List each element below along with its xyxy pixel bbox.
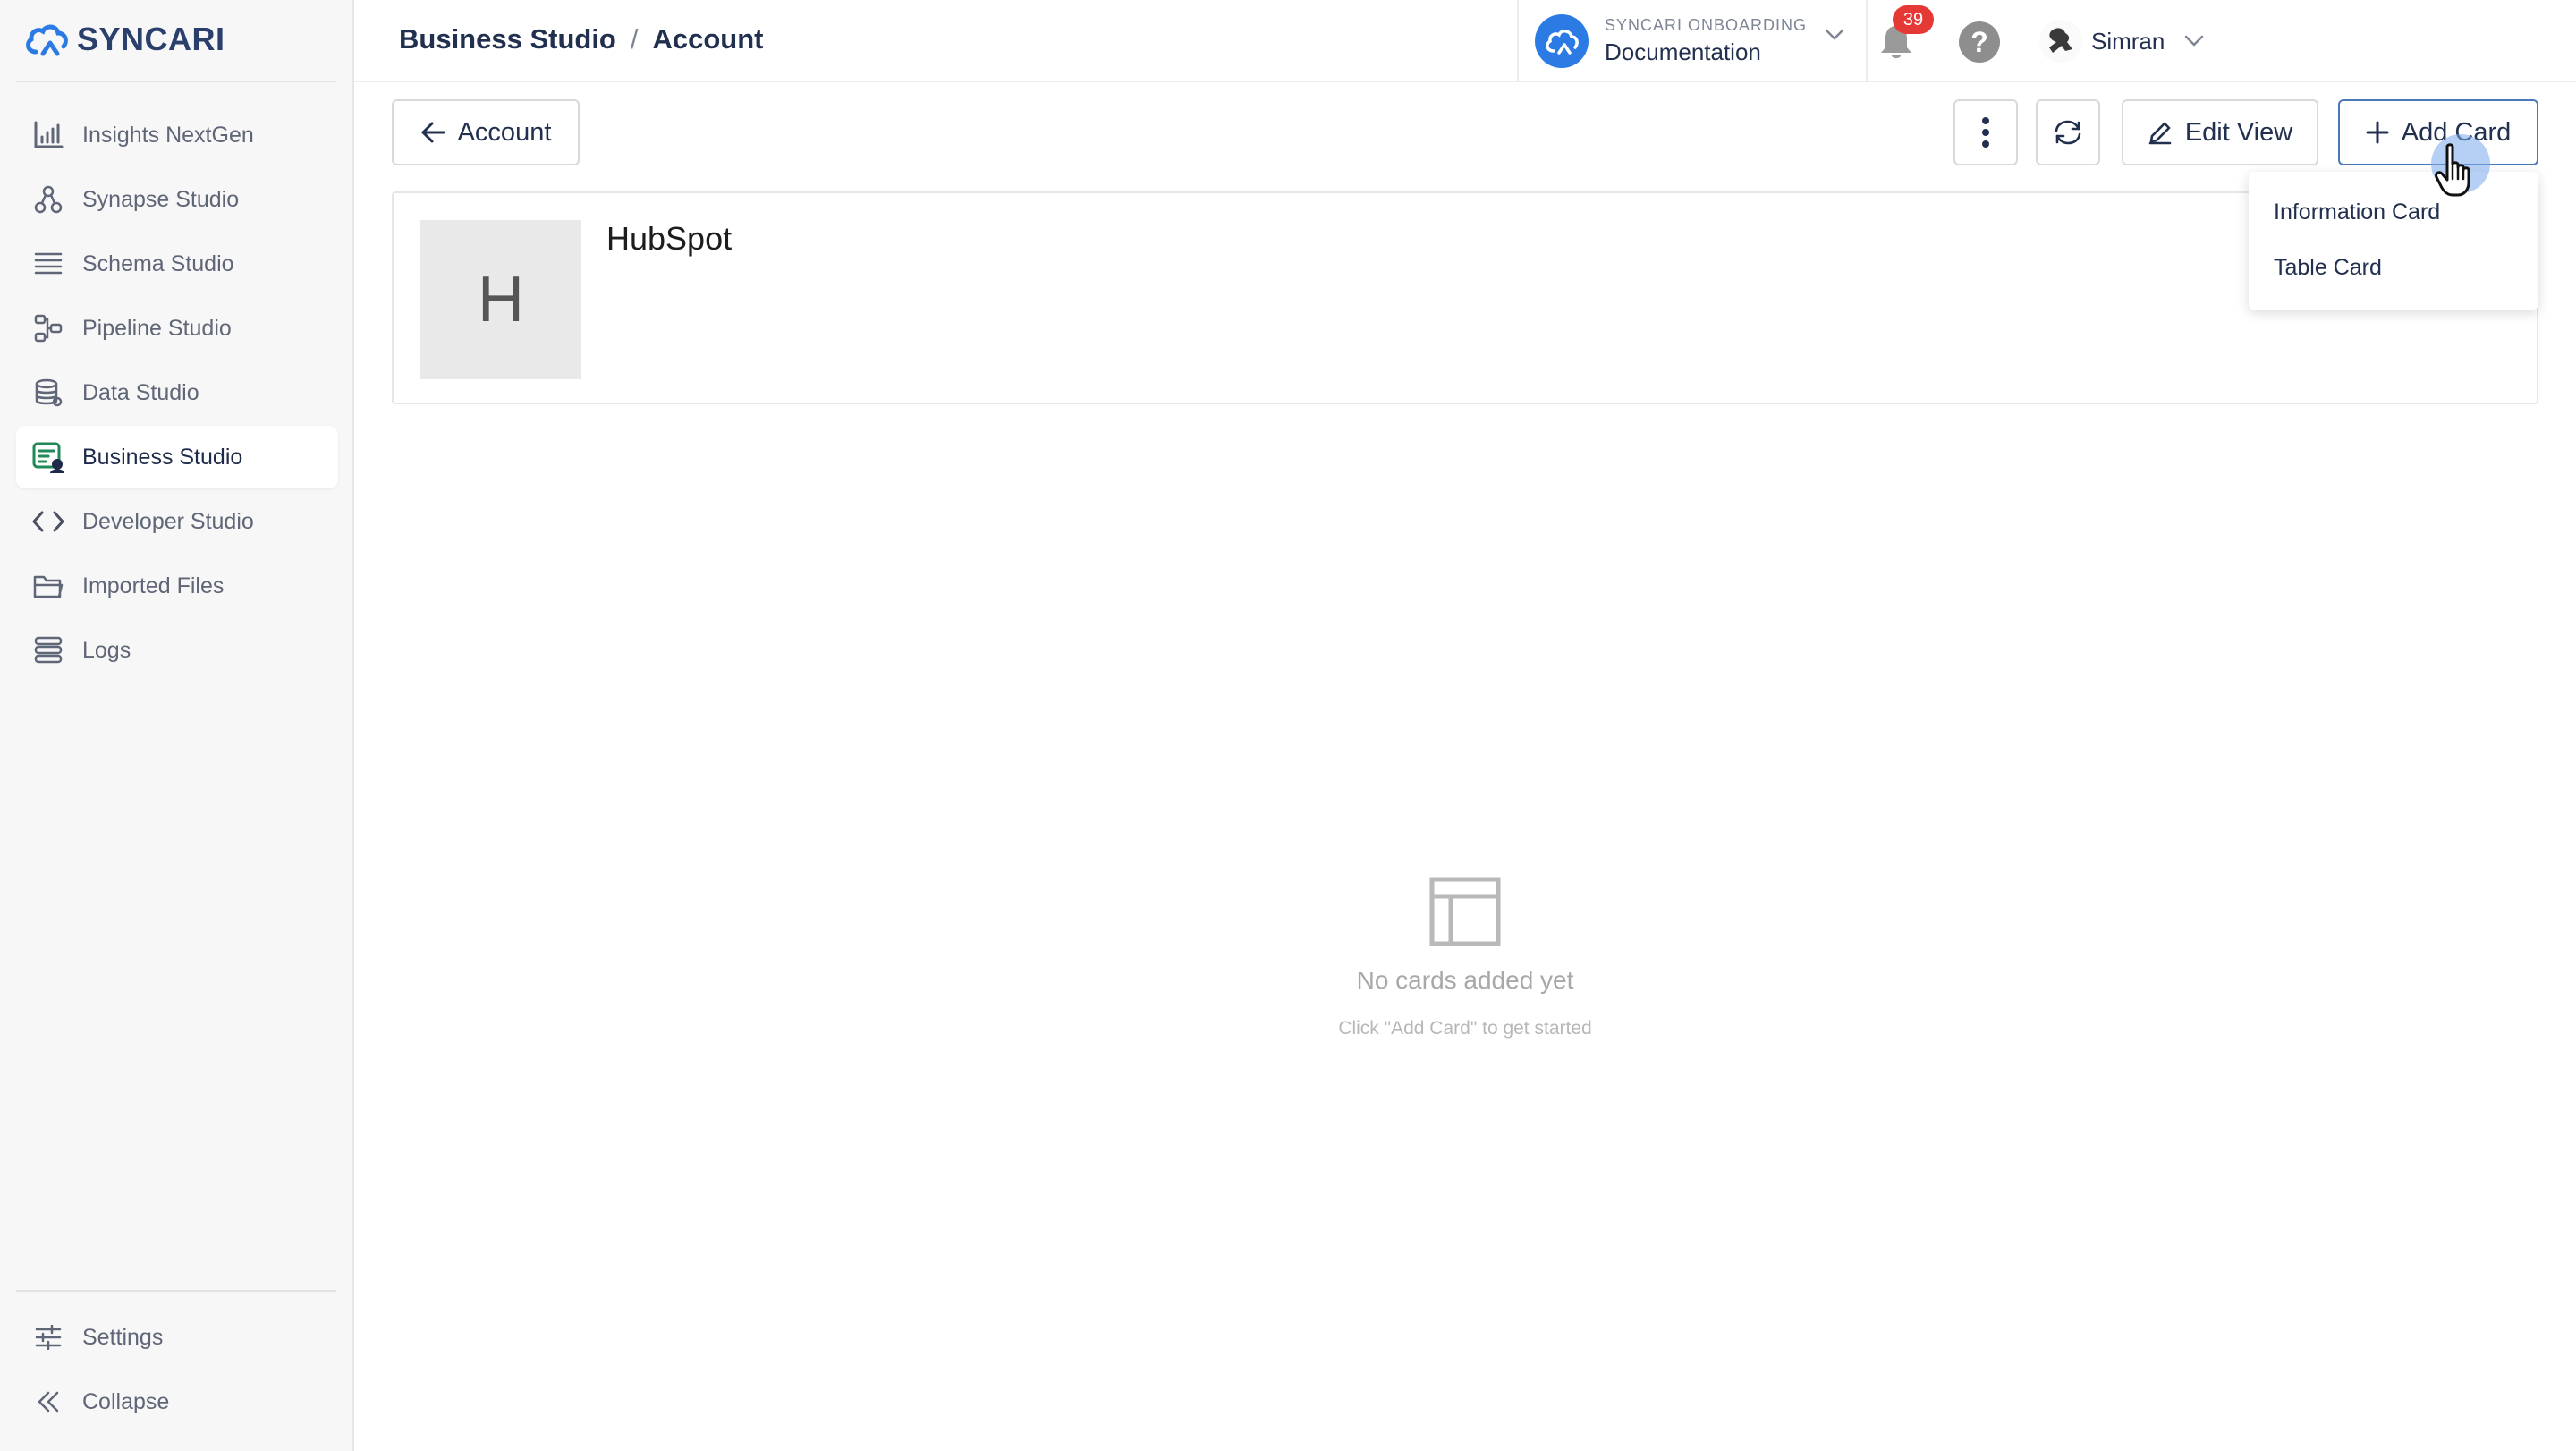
sidebar-item-schema-studio[interactable]: Schema Studio [16,233,338,295]
sidebar: SYNCARI Insights NextGen Synapse Studio … [0,0,354,1451]
sidebar-bottom-nav: Settings Collapse [16,1306,338,1435]
notification-badge: 39 [1893,5,1934,34]
top-header: Business Studio / Account [354,0,2576,82]
sidebar-divider [16,81,336,82]
org-label: SYNCARI ONBOARDING [1605,16,1808,34]
sidebar-item-label: Business Studio [82,444,243,470]
sidebar-item-synapse-studio[interactable]: Synapse Studio [16,168,338,231]
sidebar-item-settings[interactable]: Settings [16,1306,338,1369]
breadcrumb: Business Studio / Account [399,23,764,55]
logo-text: SYNCARI [77,21,225,57]
record-header-card: H HubSpot [392,191,2538,404]
sidebar-item-imported-files[interactable]: Imported Files [16,555,338,617]
menu-item-information-card[interactable]: Information Card [2249,184,2538,240]
sidebar-nav: Insights NextGen Synapse Studio Schema S… [16,104,338,683]
sidebar-bottom-divider [16,1290,336,1292]
sidebar-collapse-button[interactable]: Collapse [16,1370,338,1433]
sidebar-item-label: Pipeline Studio [82,315,232,341]
sidebar-item-developer-studio[interactable]: Developer Studio [16,490,338,553]
cloud-logo-icon [26,24,68,56]
breadcrumb-separator: / [630,23,639,55]
sidebar-item-label: Imported Files [82,573,225,598]
org-switcher[interactable]: SYNCARI ONBOARDING Documentation [1517,0,1868,82]
avatar [2039,20,2082,63]
sidebar-item-label: Synapse Studio [82,186,240,212]
sidebar-item-label: Developer Studio [82,508,254,534]
edit-view-button[interactable]: Edit View [2122,99,2318,165]
list-icon [32,248,64,280]
pipeline-icon [32,312,64,344]
more-options-button[interactable] [1953,99,2018,165]
breadcrumb-account: Account [652,23,764,55]
chevron-down-icon [2185,35,2204,47]
refresh-icon [2055,120,2081,145]
sidebar-item-business-studio[interactable]: Business Studio [16,426,338,488]
user-name: Simran [2091,27,2165,55]
business-icon [32,441,64,473]
database-icon [32,377,64,409]
collapse-label: Collapse [82,1388,170,1414]
breadcrumb-business-studio[interactable]: Business Studio [399,23,616,55]
empty-state-subtitle: Click "Add Card" to get started [1338,1018,1592,1039]
sliders-icon [32,1321,64,1353]
org-avatar [1535,14,1589,68]
layout-icon [1429,877,1501,946]
hand-cursor-icon [2435,143,2470,197]
org-name: Documentation [1605,38,1761,65]
edit-view-label: Edit View [2184,117,2293,147]
back-button[interactable]: Account [392,99,580,165]
record-avatar: H [420,220,581,379]
pencil-icon [2148,122,2172,145]
sidebar-item-label: Logs [82,637,131,663]
empty-state: No cards added yet Click "Add Card" to g… [1197,877,1733,1039]
sidebar-item-insights-nextgen[interactable]: Insights NextGen [16,104,338,166]
sidebar-item-data-studio[interactable]: Data Studio [16,361,338,424]
logs-icon [32,634,64,666]
add-card-menu: Information Card Table Card [2249,172,2538,310]
bar-chart-icon [32,119,64,151]
sidebar-item-label: Data Studio [82,379,199,405]
menu-item-table-card[interactable]: Table Card [2249,240,2538,295]
settings-label: Settings [82,1324,164,1350]
org-text: SYNCARI ONBOARDING Documentation [1605,16,1807,66]
chevrons-left-icon [32,1386,64,1418]
folder-icon [32,570,64,602]
empty-state-title: No cards added yet [1356,966,1574,994]
plus-icon [2366,121,2389,144]
syncari-logo[interactable]: SYNCARI [23,20,225,59]
cloud-icon [1546,30,1579,55]
sidebar-item-pipeline-studio[interactable]: Pipeline Studio [16,297,338,360]
more-vertical-icon [1982,117,1989,148]
sidebar-item-label: Schema Studio [82,250,234,276]
help-icon[interactable]: ? [1959,21,2000,63]
refresh-button[interactable] [2036,99,2100,165]
record-title: HubSpot [606,220,733,257]
user-menu[interactable]: Simran [2039,20,2204,63]
chevron-down-icon [1825,29,1844,40]
sidebar-item-label: Insights NextGen [82,122,254,148]
code-icon [32,505,64,538]
back-button-label: Account [457,117,552,147]
arrow-left-icon [421,122,445,143]
nodes-icon [32,183,64,216]
sidebar-item-logs[interactable]: Logs [16,619,338,682]
